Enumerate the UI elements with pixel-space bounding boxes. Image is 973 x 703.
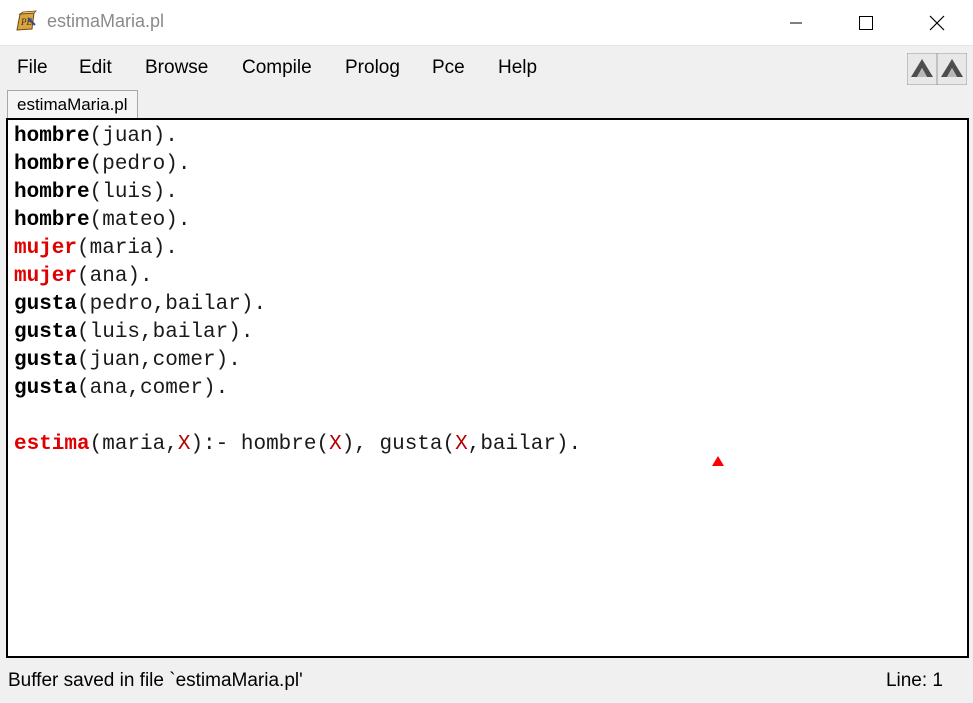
code-line: gusta(ana,comer). [14, 375, 228, 403]
rule-part: ,bailar). [467, 433, 582, 456]
predicate-name: mujer [14, 265, 78, 288]
swi-prolog-icon: PE [16, 10, 38, 31]
caret-marker-icon [712, 456, 724, 466]
code-line: gusta(juan,comer). [14, 347, 241, 375]
minimize-icon [790, 22, 802, 24]
close-icon [929, 15, 945, 31]
code-line: hombre(mateo). [14, 207, 190, 235]
menu-help[interactable]: Help [498, 57, 537, 79]
menu-bar: File Edit Browse Compile Prolog Pce Help [0, 47, 973, 91]
code-line: gusta(pedro,bailar). [14, 291, 266, 319]
maximize-button[interactable] [843, 0, 889, 46]
menu-browse[interactable]: Browse [145, 57, 208, 79]
menu-compile[interactable]: Compile [242, 57, 312, 79]
code-line: mujer(maria). [14, 235, 178, 263]
predicate-args: (maria). [77, 237, 178, 260]
code-line: hombre(juan). [14, 123, 178, 151]
status-message: Buffer saved in file `estimaMaria.pl' [8, 670, 303, 691]
close-button[interactable] [914, 0, 960, 46]
rule-part: ), gusta( [341, 433, 456, 456]
predicate-args: (luis,bailar). [77, 321, 254, 344]
status-bar: Buffer saved in file `estimaMaria.pl' Li… [0, 660, 973, 703]
title-bar: PE estimaMaria.pl [0, 0, 973, 46]
menu-prolog[interactable]: Prolog [345, 57, 400, 79]
predicate-name: gusta [14, 321, 78, 344]
code-line: mujer(ana). [14, 263, 153, 291]
menu-file[interactable]: File [17, 57, 48, 79]
predicate-args: (ana). [77, 265, 153, 288]
menu-pce[interactable]: Pce [432, 57, 465, 79]
predicate-args: (pedro). [89, 153, 191, 176]
line-indicator: Line: 1 [885, 670, 943, 691]
predicate-name: gusta [14, 293, 78, 316]
predicate-name: mujer [14, 237, 78, 260]
code-line: gusta(luis,bailar). [14, 319, 253, 347]
predicate-args: (juan). [89, 125, 178, 148]
forward-arrow-icon[interactable] [936, 53, 967, 85]
predicate-args: (luis). [89, 181, 178, 204]
predicate-args: (ana,comer). [77, 377, 229, 400]
predicate-args: (juan,comer). [77, 349, 241, 372]
nav-arrows [907, 53, 967, 85]
predicate-args: (mateo). [89, 209, 191, 232]
predicate-args: (pedro,bailar). [77, 293, 267, 316]
variable: X [329, 433, 342, 456]
maximize-icon [859, 16, 873, 30]
code-editor[interactable]: hombre(juan). hombre(pedro). hombre(luis… [6, 118, 969, 658]
predicate-name: hombre [14, 153, 90, 176]
predicate-name: hombre [14, 181, 90, 204]
rule-part: (maria, [89, 433, 178, 456]
tab-estimamaria[interactable]: estimaMaria.pl [7, 90, 138, 119]
rule-line: estima(maria,X):- hombre(X), gusta(X,bai… [14, 431, 581, 459]
code-line: hombre(luis). [14, 179, 178, 207]
menu-edit[interactable]: Edit [79, 57, 112, 79]
back-arrow-icon[interactable] [907, 53, 938, 85]
rule-part: ):- hombre( [190, 433, 330, 456]
predicate-name: hombre [14, 209, 90, 232]
minimize-button[interactable] [773, 0, 819, 46]
predicate-name: hombre [14, 125, 90, 148]
predicate-name: gusta [14, 377, 78, 400]
variable: X [177, 433, 191, 456]
predicate-name: gusta [14, 349, 78, 372]
rule-head: estima [14, 433, 90, 456]
window-title: estimaMaria.pl [47, 11, 165, 31]
variable: X [455, 433, 468, 456]
code-line: hombre(pedro). [14, 151, 190, 179]
